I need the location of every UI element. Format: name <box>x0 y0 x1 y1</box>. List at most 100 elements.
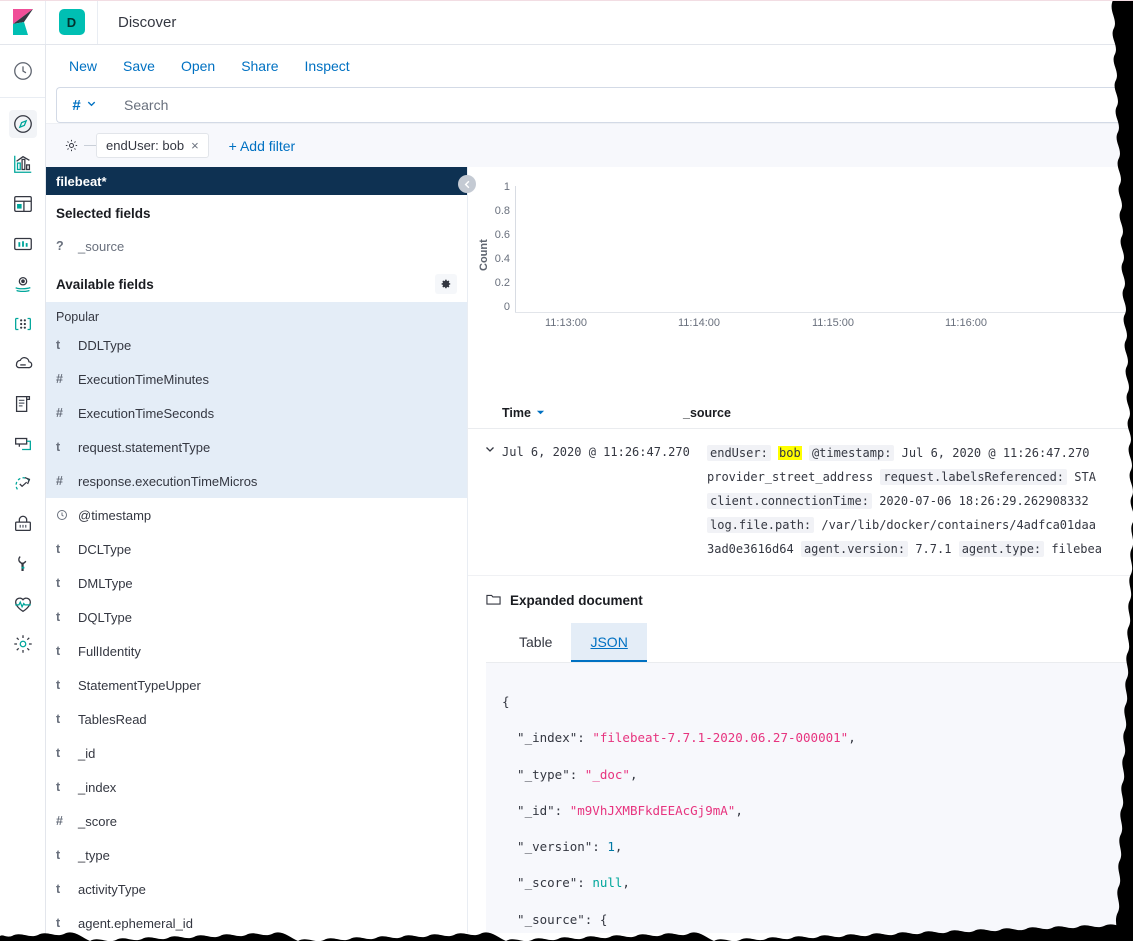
add-filter-button[interactable]: + Add filter <box>229 138 296 154</box>
column-header-time[interactable]: Time <box>478 406 683 420</box>
column-header-time-label: Time <box>502 405 531 420</box>
selected-fields-label: Selected fields <box>56 206 151 221</box>
field-item-response-executiontimemicros[interactable]: # response.executionTimeMicros <box>46 464 467 498</box>
nav-security[interactable] <box>0 504 46 544</box>
index-pattern-label: filebeat* <box>56 173 107 189</box>
field-type-icon: t <box>56 440 61 454</box>
menu-item-save[interactable]: Save <box>110 54 168 78</box>
y-tick-04: 0.4 <box>494 253 510 265</box>
source-value: /var/lib/docker/containers/4adfca01daa <box>821 518 1096 532</box>
menu-item-open[interactable]: Open <box>168 54 228 78</box>
nav-stack-monitoring[interactable] <box>0 584 46 624</box>
query-language-switcher[interactable]: # <box>56 87 112 123</box>
json-line: "_id": "m9VhJXMBFkdEEAcGj9mA", <box>502 802 743 818</box>
field-type-icon: # <box>56 814 63 828</box>
field-item-statementtypeupper[interactable]: t StatementTypeUpper <box>46 668 467 702</box>
source-key: agent.version: <box>800 541 909 557</box>
search-input[interactable]: Search <box>112 87 1133 123</box>
heartbeat-icon <box>12 593 34 615</box>
field-name: activityType <box>78 881 146 897</box>
x-tick-3: 11:16:00 <box>944 317 988 329</box>
field-item-score[interactable]: # _score <box>46 804 467 838</box>
expand-row-button[interactable] <box>478 441 502 561</box>
nav-maps[interactable] <box>0 264 46 304</box>
close-icon[interactable]: × <box>191 138 199 153</box>
chart-plot-area[interactable] <box>516 186 1133 312</box>
json-viewer[interactable]: { "_index": "filebeat-7.7.1-2020.06.27-0… <box>486 663 1133 933</box>
nav-machine-learning[interactable] <box>0 304 46 344</box>
nav-visualize[interactable] <box>0 144 46 184</box>
column-header-source: _source <box>683 405 731 420</box>
filter-options-button[interactable] <box>58 138 84 153</box>
nav-apm[interactable] <box>0 344 46 384</box>
field-name: DCLType <box>78 541 132 557</box>
field-item-ddltype[interactable]: t DDLType <box>46 328 467 362</box>
field-item-source[interactable]: ? _source <box>46 229 467 263</box>
field-item-executiontimeseconds[interactable]: # ExecutionTimeSeconds <box>46 396 467 430</box>
field-type-icon: # <box>56 372 63 386</box>
kibana-logo <box>11 9 35 35</box>
field-type-icon: t <box>56 916 61 930</box>
field-item-agent-ephemeral-id[interactable]: t agent.ephemeral_id <box>46 906 467 940</box>
field-type-icon: t <box>56 712 61 726</box>
canvas-icon <box>12 233 34 255</box>
json-line: "_source": { <box>502 911 608 927</box>
field-type-icon: t <box>56 746 61 760</box>
menu-item-inspect[interactable]: Inspect <box>292 54 363 78</box>
field-item-activitytype[interactable]: t activityType <box>46 872 467 906</box>
field-item-dcltype[interactable]: t DCLType <box>46 532 467 566</box>
lock-icon <box>12 513 34 535</box>
logs-icon <box>12 393 34 415</box>
field-item-fullidentity[interactable]: t FullIdentity <box>46 634 467 668</box>
expanded-document-section: Expanded document Table JSON { "_index":… <box>468 576 1133 933</box>
menu-item-new[interactable]: New <box>56 54 110 78</box>
field-item-index[interactable]: t _index <box>46 770 467 804</box>
menu-item-share[interactable]: Share <box>228 54 291 78</box>
nav-logs[interactable] <box>0 384 46 424</box>
field-sidebar: filebeat* Selected fields ? _source Avai… <box>46 167 476 933</box>
field-name: ExecutionTimeMinutes <box>78 371 210 387</box>
field-type-icon: t <box>56 780 61 794</box>
tab-json[interactable]: JSON <box>571 623 647 662</box>
field-name: StatementTypeUpper <box>78 677 201 693</box>
field-name: response.executionTimeMicros <box>78 473 258 489</box>
app-badge-cell: D <box>46 0 98 44</box>
folder-icon <box>486 592 501 609</box>
nav-uptime[interactable] <box>0 464 46 504</box>
filter-pill-enduser[interactable]: endUser: bob × <box>96 133 209 158</box>
filter-connector <box>84 145 96 146</box>
field-item-type[interactable]: t _type <box>46 838 467 872</box>
nav-canvas[interactable] <box>0 224 46 264</box>
popular-fields-block: Popular t DDLType # ExecutionTimeMinutes… <box>46 302 467 498</box>
tab-table[interactable]: Table <box>500 623 571 662</box>
field-item-request-statementtype[interactable]: t request.statementType <box>46 430 467 464</box>
field-settings-gear-icon[interactable] <box>435 274 457 294</box>
chevron-down-icon <box>86 96 97 114</box>
sort-desc-icon <box>536 406 545 420</box>
field-item-tablesread[interactable]: t TablesRead <box>46 702 467 736</box>
nav-recently-viewed[interactable] <box>0 51 46 91</box>
field-item-dmltype[interactable]: t DMLType <box>46 566 467 600</box>
gear-icon <box>12 633 34 655</box>
kibana-discover-screen: D Discover New Save Open Share Inspect #… <box>0 0 1133 941</box>
nav-dev-tools[interactable] <box>0 544 46 584</box>
discover-top-menu: New Save Open Share Inspect <box>46 45 1133 87</box>
x-tick-0: 11:13:00 <box>544 317 588 329</box>
nav-discover[interactable] <box>0 104 46 144</box>
row-source-cell: endUser: bob @timestamp: Jul 6, 2020 @ 1… <box>707 441 1133 561</box>
json-line: "_score": null, <box>502 875 630 891</box>
apm-icon <box>12 353 34 375</box>
field-item-id[interactable]: t _id <box>46 736 467 770</box>
field-item-executiontimeminutes[interactable]: # ExecutionTimeMinutes <box>46 362 467 396</box>
source-value: 3ad0e3616d64 <box>707 542 794 556</box>
source-key: @timestamp: <box>808 445 895 461</box>
nav-management[interactable] <box>0 624 46 664</box>
index-pattern-selector[interactable]: filebeat* <box>46 167 467 195</box>
kibana-home-button[interactable] <box>0 0 46 44</box>
field-item-timestamp[interactable]: @timestamp <box>46 498 467 532</box>
json-line: "_index": "filebeat-7.7.1-2020.06.27-000… <box>502 730 856 746</box>
nav-metrics[interactable] <box>0 424 46 464</box>
nav-dashboard[interactable] <box>0 184 46 224</box>
collapse-sidebar-button[interactable] <box>458 175 476 193</box>
field-item-dqltype[interactable]: t DQLType <box>46 600 467 634</box>
